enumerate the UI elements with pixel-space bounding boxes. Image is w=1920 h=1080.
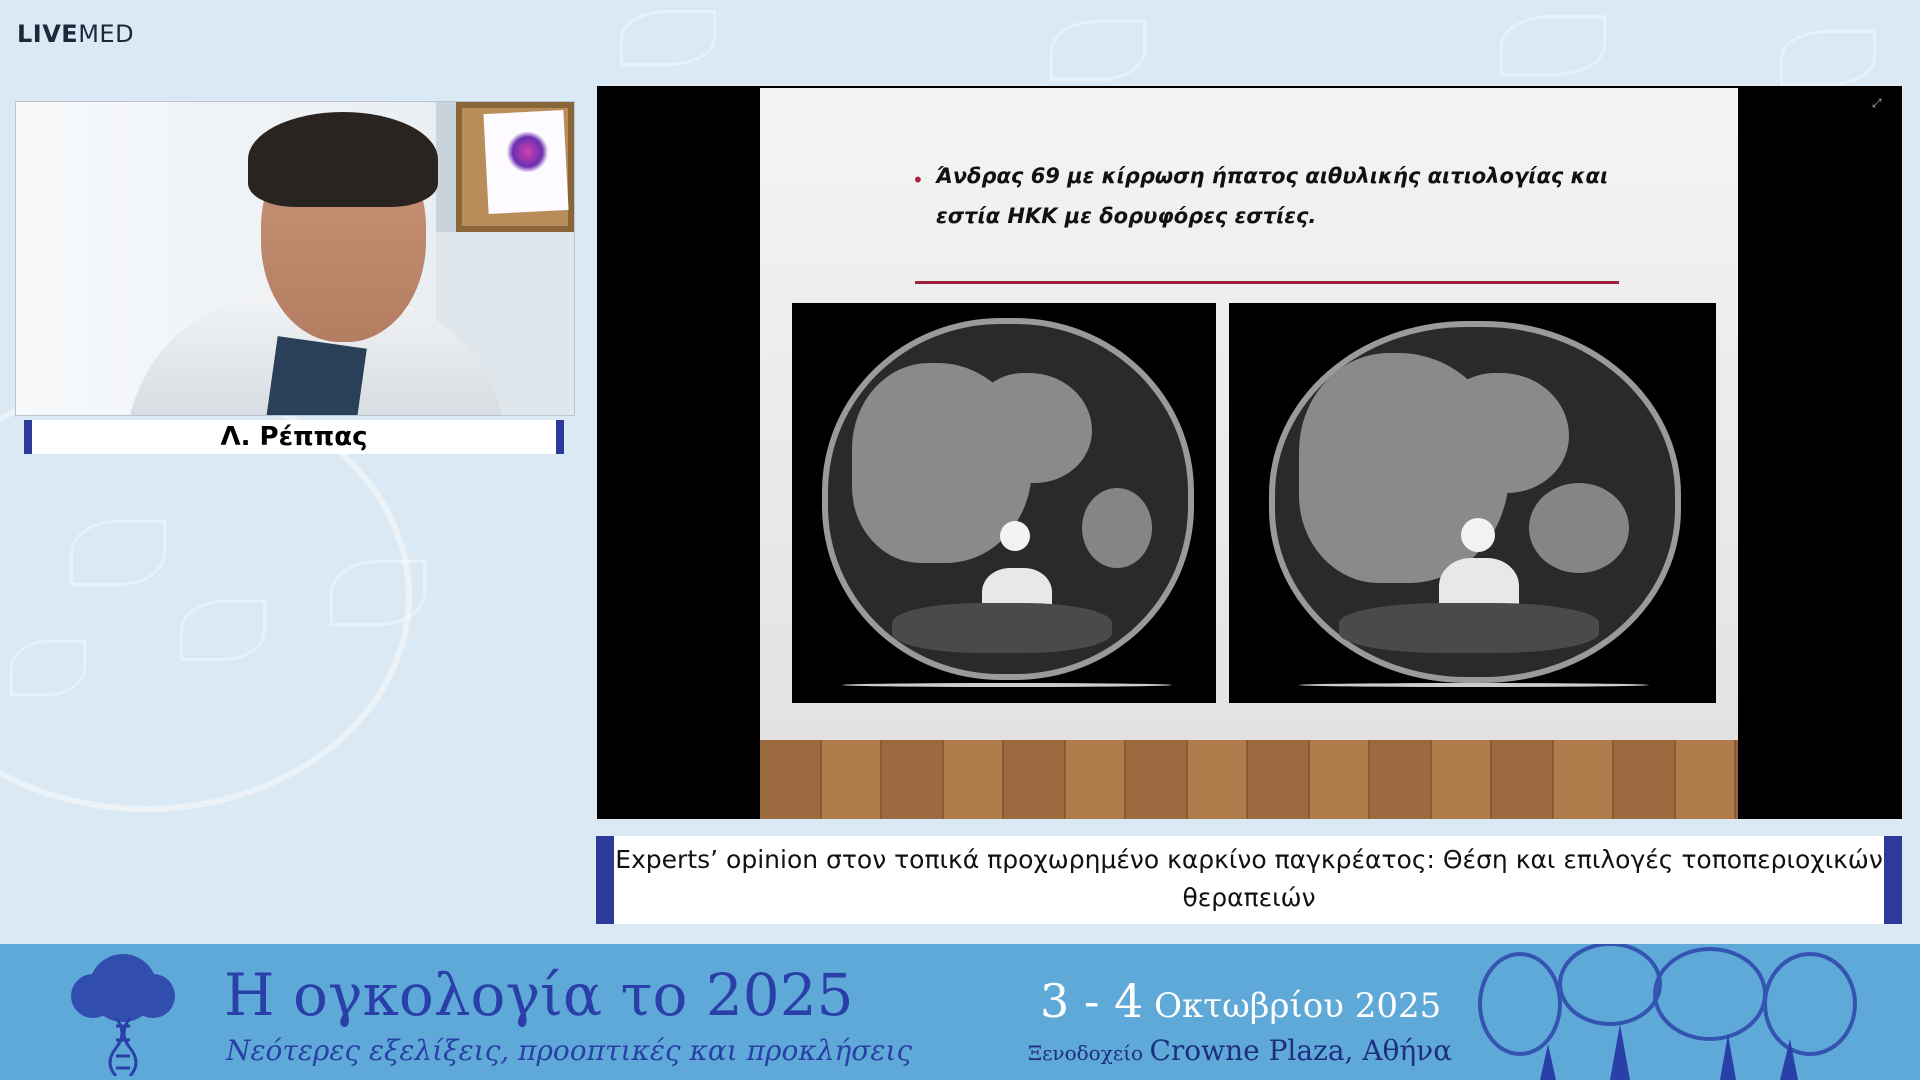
speaker-name: Λ. Ρέππας (220, 422, 368, 452)
ct-scan-left (792, 303, 1216, 703)
conference-banner: Η ογκολογία το 2025 Νεότερες εξελίξεις, … (0, 944, 1920, 1080)
talk-title: Experts’ opinion στον τοπικά προχωρημένο… (615, 845, 1883, 912)
presentation-slide: • Άνδρας 69 με κίρρωση ήπατος αιθυλικής … (760, 88, 1738, 819)
speaker-video (15, 101, 575, 416)
dna-tree-logo-icon (71, 954, 175, 1076)
talk-title-caption: Experts’ opinion στον τοπικά προχωρημένο… (596, 836, 1902, 924)
conference-subtitle: Νεότερες εξελίξεις, προοπτικές και προκλ… (226, 1034, 913, 1067)
conference-title: Η ογκολογία το 2025 (224, 961, 854, 1029)
conference-date: 3 - 4 Οκτωβρίου 2025 (1040, 974, 1442, 1028)
expand-icon[interactable]: ⤢ (1872, 96, 1888, 112)
tree-decoration-icon (1478, 944, 1857, 1080)
slide-floor-decoration (760, 740, 1738, 819)
slide-bullet-text: Άνδρας 69 με κίρρωση ήπατος αιθυλικής αι… (936, 164, 1609, 228)
speaker-name-bar: Λ. Ρέππας (24, 420, 564, 454)
slide-divider (915, 281, 1619, 284)
livemed-logo: LIVEMED (17, 20, 135, 48)
ct-scan-right (1229, 303, 1716, 703)
conference-venue: Ξενοδοχείο Crowne Plaza, Αθήνα (1028, 1034, 1453, 1067)
bullet-icon: • (912, 168, 924, 192)
